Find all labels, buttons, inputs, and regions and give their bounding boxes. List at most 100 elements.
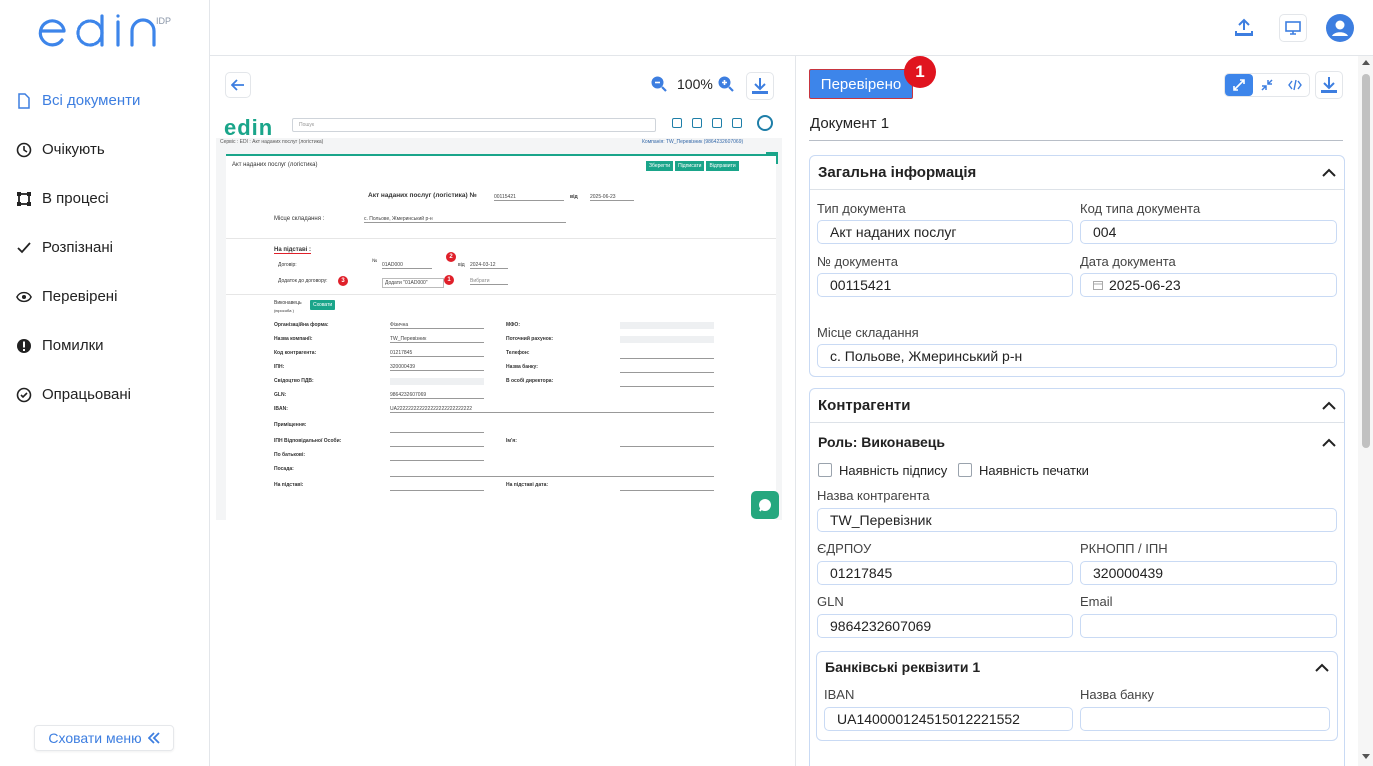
preview-badge-3: 3 [338,276,348,286]
form-pane: Перевірено 1 Документ 1 Загальна інформа… [797,56,1373,766]
preview-row-label: На підставі: [274,482,304,488]
edrpou-field[interactable]: 01217845 [817,561,1073,585]
preview-line [620,372,714,373]
expand-icon [1233,79,1245,91]
rnokpp-field[interactable]: 320000439 [1080,561,1337,585]
preview-row-label: Назва банку: [506,364,538,370]
preview-row-label: IBAN: [274,406,288,412]
gln-field[interactable]: 9864232607069 [817,614,1073,638]
doc-type-label: Тип документа [817,201,906,216]
download-icon [752,78,768,94]
topbar [210,0,1373,56]
email-field[interactable] [1080,614,1337,638]
code-view-button[interactable] [1281,74,1309,96]
preview-send: Відправити [706,161,739,171]
preview-row-label: По батькові: [274,452,306,458]
contractor-name-field[interactable]: TW_Перевізник [817,508,1337,532]
document-preview[interactable]: edin Пошук Сервіс : EDI : Акт наданих по… [216,112,782,520]
doc-type-code-field[interactable]: 004 [1080,220,1337,244]
doc-no-field[interactable]: 00115421 [817,273,1073,297]
signature-checkbox[interactable] [818,463,832,477]
preview-row-label: ІПН: [274,364,285,370]
preview-row-empty [390,378,484,385]
scroll-down-arrow[interactable] [1362,754,1370,759]
sidebar-item-recognized[interactable]: Розпізнані [0,223,209,272]
sidebar-item-in-process[interactable]: В процесі [0,174,209,223]
sidebar-item-errors[interactable]: Помилки [0,321,209,370]
sidebar-nav: Всі документи Очікують В процесі Розпізн… [0,76,209,419]
preview-logo: edin [224,115,274,140]
preview-row-label: GLN: [274,392,287,398]
form-download-button[interactable] [1315,71,1343,99]
hide-menu-button[interactable]: Сховати меню [34,725,174,751]
scroll-thumb[interactable] [1362,74,1370,448]
monitor-button[interactable] [1279,14,1307,42]
scroll-up-arrow[interactable] [1362,60,1370,65]
sidebar-item-waiting[interactable]: Очікують [0,125,209,174]
email-label: Email [1080,594,1113,609]
viewer-download-button[interactable] [746,72,774,100]
sidebar-item-processed[interactable]: Опрацьовані [0,370,209,419]
contractor-name-label: Назва контрагента [817,488,930,503]
preview-company: Компанія: TW_Перевізник (9864232607069) [642,139,744,145]
bank-name-field[interactable] [1080,707,1330,731]
preview-line [390,446,484,447]
preview-icons [672,118,742,128]
iban-field[interactable]: UA140000124515012221552 [824,707,1073,731]
collapse-icon [1261,79,1273,91]
preview-doc-title-text: Акт наданих послуг (логістика) № [368,192,477,199]
stamp-label: Наявність печатки [979,463,1089,478]
doc-type-field[interactable]: Акт наданих послуг [817,220,1073,244]
doc-date-field[interactable]: 2025-06-23 [1080,273,1337,297]
chevron-up-icon[interactable] [1322,438,1336,447]
general-info-header[interactable]: Загальна інформація [810,156,1344,190]
expand-button[interactable] [1225,74,1253,96]
collapse-button[interactable] [1253,74,1281,96]
preview-row-value: UA222222222222222222222222222 [390,406,714,413]
preview-row-label: В особі директора: [506,378,554,384]
eye-icon [16,289,32,305]
step-badge: 1 [904,56,936,88]
monitor-icon [1285,21,1301,35]
double-chevron-left-icon [147,732,160,744]
role-header[interactable]: Роль: Виконавець [810,423,1344,461]
tab-document-1[interactable]: Документ 1 [810,115,889,132]
sidebar-item-label: Розпізнані [42,239,113,256]
role-title: Роль: Виконавець [818,434,945,450]
preview-breadcrumb: Сервіс : EDI : Акт наданих послуг (логіс… [220,139,324,145]
stamp-checkbox[interactable] [958,463,972,477]
preview-doc-title: Акт наданих послуг (логістика) № [368,192,477,199]
sidebar-item-verified[interactable]: Перевірені [0,272,209,321]
back-button[interactable] [225,72,251,98]
chat-button[interactable] [751,491,779,519]
preview-addendum-label: Додаток до договору: [278,278,328,284]
contractors-card: Контрагенти Роль: Виконавець Наявність п… [809,388,1345,766]
upload-button[interactable] [1230,14,1258,42]
arrow-left-icon [231,79,244,91]
contractors-header[interactable]: Контрагенти [810,389,1344,423]
preview-choose: Вибрати [470,278,508,285]
chat-icon [759,499,771,512]
zoom-level: 100% [677,76,713,92]
preview-line [620,446,714,447]
verified-button[interactable]: Перевірено [809,69,913,99]
preview-row-empty [620,322,714,329]
bank-details-card: Банківські реквізити 1 IBAN UA1400001245… [816,651,1338,741]
preview-row-label: Код контрагента: [274,350,317,356]
preview-sign: Підписати [675,161,705,171]
zoom-in-button[interactable] [718,76,734,95]
sidebar-item-all-documents[interactable]: Всі документи [0,76,209,125]
chevron-up-icon[interactable] [1315,663,1329,672]
chevron-up-icon[interactable] [1322,401,1336,410]
form-scrollbar[interactable] [1358,56,1373,766]
zoom-out-button[interactable] [651,76,667,95]
chevron-up-icon[interactable] [1322,168,1336,177]
preview-show-button: Сховати [310,300,336,310]
general-info-title: Загальна інформація [818,164,977,181]
bank-details-header[interactable]: Банківські реквізити 1 [817,652,1337,682]
clock-icon [16,142,32,158]
user-avatar-button[interactable] [1326,14,1354,42]
place-field[interactable]: с. Польове, Жмеринський р-н [817,344,1337,368]
preview-row-label: Назва компанії: [274,336,313,342]
phone-icon [672,118,682,128]
